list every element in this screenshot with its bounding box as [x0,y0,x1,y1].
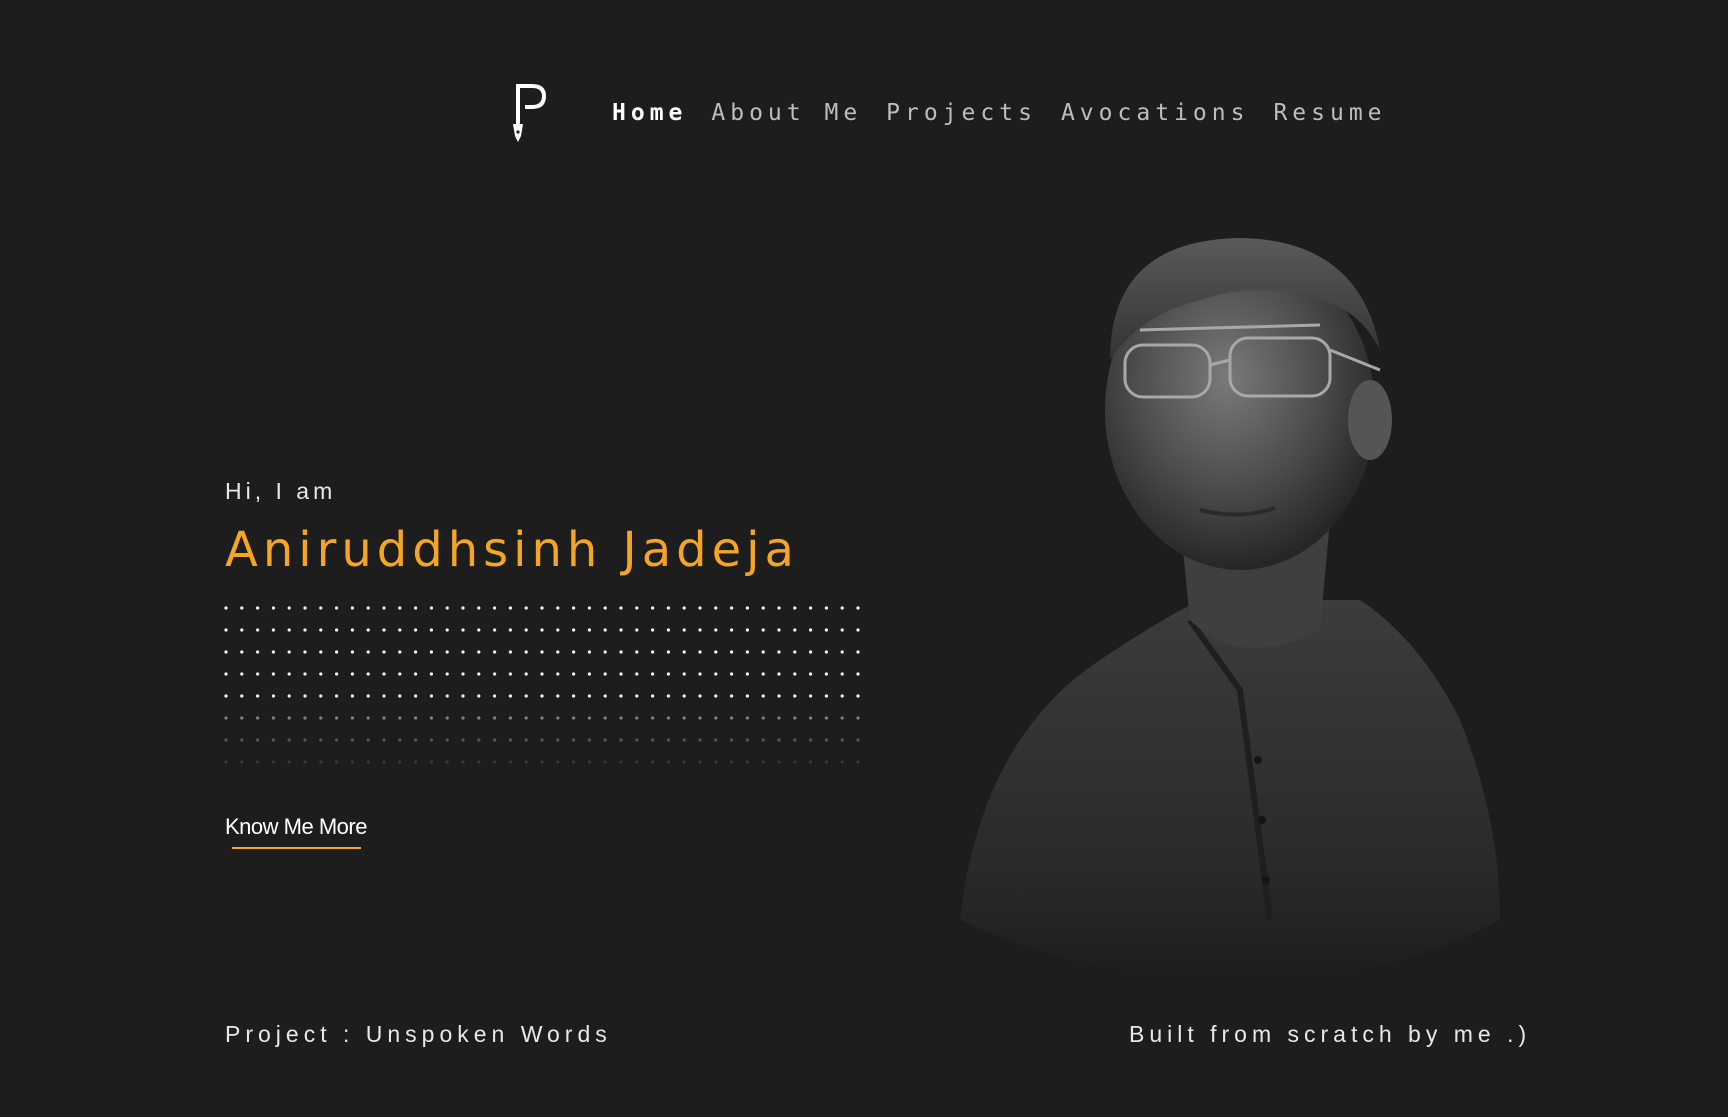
hero-name: Aniruddhsinh Jadeja [225,522,799,578]
main-nav: Home About Me Projects Avocations Resume [612,100,1387,126]
portrait-photo [960,238,1500,980]
nav-item-about-me[interactable]: About Me [711,100,862,126]
know-me-more-link[interactable]: Know Me More [225,814,367,840]
nav-item-home[interactable]: Home [612,100,687,126]
footer-project-title: Project : Unspoken Words [225,1021,612,1047]
nav-item-avocations[interactable]: Avocations [1061,100,1249,126]
hero-greeting: Hi, I am [225,478,337,504]
pen-nib-logo-icon[interactable] [510,80,550,146]
footer-credit: Built from scratch by me .) [1129,1021,1532,1047]
nav-item-resume[interactable]: Resume [1273,100,1386,126]
decorative-dot-grid [224,606,860,764]
cta-underline [232,847,361,849]
page: Home About Me Projects Avocations Resume… [0,0,1728,1117]
nav-item-projects[interactable]: Projects [886,100,1037,126]
